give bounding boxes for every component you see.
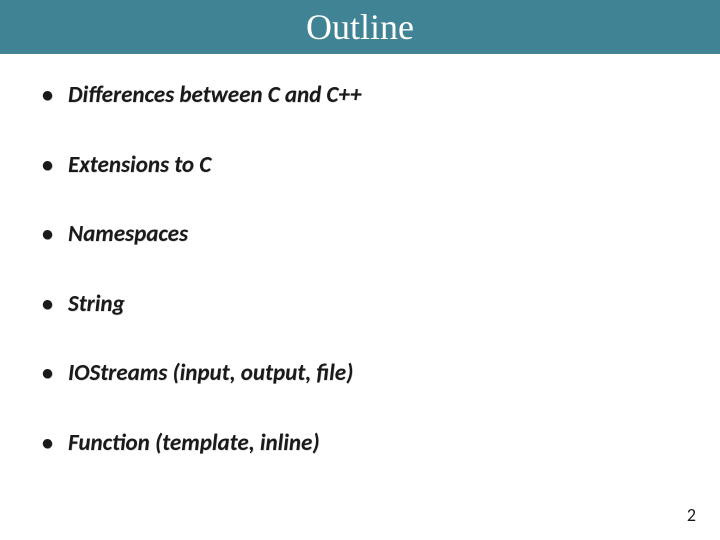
list-item: Function (template, inline) xyxy=(36,430,690,458)
list-item: String xyxy=(36,291,690,319)
title-bar: Outline xyxy=(0,0,720,54)
slide-content: Differences between C and C++ Extensions… xyxy=(0,54,720,458)
list-item: Extensions to C xyxy=(36,152,690,180)
page-number: 2 xyxy=(687,504,696,526)
slide: Outline Differences between C and C++ Ex… xyxy=(0,0,720,540)
bullet-list: Differences between C and C++ Extensions… xyxy=(36,82,690,458)
slide-title: Outline xyxy=(306,9,414,45)
list-item: IOStreams (input, output, file) xyxy=(36,360,690,388)
list-item: Differences between C and C++ xyxy=(36,82,690,110)
list-item: Namespaces xyxy=(36,221,690,249)
